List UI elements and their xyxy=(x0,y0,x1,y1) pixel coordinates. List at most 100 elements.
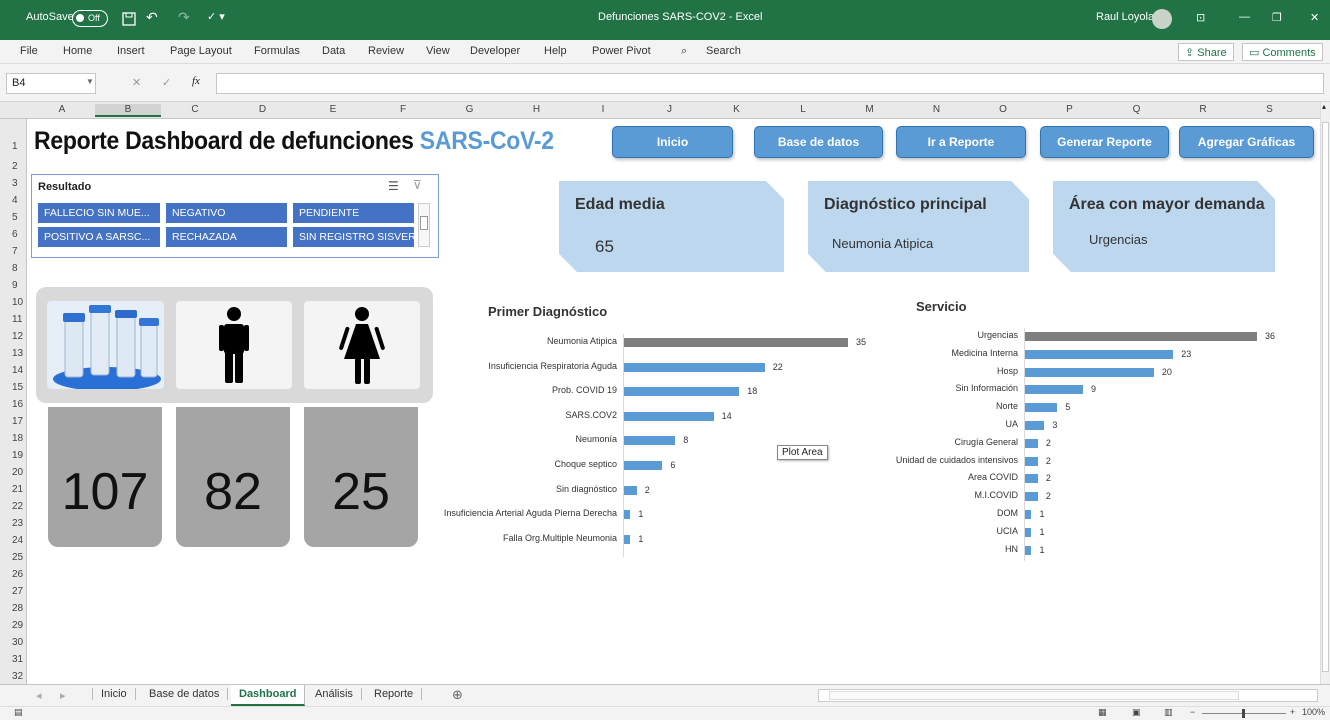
zoom-out-icon[interactable]: − xyxy=(1190,707,1195,717)
close-icon[interactable]: ✕ xyxy=(1310,11,1319,24)
col-m[interactable]: M xyxy=(836,104,903,115)
slicer-item[interactable]: FALLECIO SIN MUE... xyxy=(38,203,160,223)
prev-sheet-icon[interactable]: ◂ xyxy=(36,689,42,702)
col-o[interactable]: O xyxy=(970,104,1036,115)
row-header[interactable]: 25 xyxy=(0,552,27,563)
col-p[interactable]: P xyxy=(1036,104,1103,115)
col-h[interactable]: H xyxy=(503,104,570,115)
row-header[interactable]: 14 xyxy=(0,365,27,376)
row-header[interactable]: 15 xyxy=(0,382,27,393)
ribbon-display-icon[interactable]: ⊡ xyxy=(1196,11,1205,24)
bar[interactable] xyxy=(1025,332,1257,341)
row-header[interactable]: 11 xyxy=(0,314,27,325)
horizontal-scroll-thumb[interactable] xyxy=(829,691,1239,700)
col-q[interactable]: Q xyxy=(1103,104,1170,115)
row-header[interactable]: 31 xyxy=(0,654,27,665)
menu-view[interactable]: View xyxy=(426,45,450,57)
row-header[interactable]: 18 xyxy=(0,433,27,444)
bar[interactable] xyxy=(624,436,676,446)
bar[interactable] xyxy=(1025,349,1174,359)
tab-dashboard[interactable]: Dashboard xyxy=(231,685,306,706)
row-header[interactable]: 27 xyxy=(0,586,27,597)
generar-reporte-button[interactable]: Generar Reporte xyxy=(1040,126,1169,158)
row-header[interactable]: 4 xyxy=(0,195,27,206)
bar[interactable] xyxy=(1025,403,1058,413)
row-header[interactable]: 13 xyxy=(0,348,27,359)
vertical-scroll-thumb[interactable] xyxy=(1322,122,1329,672)
row-header[interactable]: 29 xyxy=(0,620,27,631)
redo-icon[interactable]: ↷ xyxy=(178,9,190,26)
bar[interactable] xyxy=(1025,367,1154,377)
slicer-item[interactable]: NEGATIVO xyxy=(166,203,287,223)
slicer-item[interactable]: SIN REGISTRO SISVER xyxy=(293,227,414,247)
menu-formulas[interactable]: Formulas xyxy=(254,45,300,57)
col-r[interactable]: R xyxy=(1170,104,1236,115)
menu-data[interactable]: Data xyxy=(322,45,345,57)
avatar[interactable] xyxy=(1152,9,1172,29)
menu-home[interactable]: Home xyxy=(63,45,92,57)
multi-select-icon[interactable]: ☰ xyxy=(388,179,399,193)
row-header[interactable]: 30 xyxy=(0,637,27,648)
row-header[interactable]: 21 xyxy=(0,484,27,495)
add-sheet-icon[interactable]: ⊕ xyxy=(452,687,463,703)
function-icon[interactable]: fx xyxy=(192,75,200,87)
row-header[interactable]: 19 xyxy=(0,450,27,461)
bar[interactable] xyxy=(624,534,631,544)
bar[interactable] xyxy=(624,362,765,372)
row-header[interactable]: 7 xyxy=(0,246,27,257)
row-header[interactable]: 5 xyxy=(0,212,27,223)
row-header[interactable]: 23 xyxy=(0,518,27,529)
undo-icon[interactable]: ↶ xyxy=(146,9,158,26)
menu-insert[interactable]: Insert xyxy=(117,45,145,57)
row-header[interactable]: 10 xyxy=(0,297,27,308)
tab-inicio[interactable]: Inicio xyxy=(92,688,136,700)
bar[interactable] xyxy=(1025,385,1083,395)
bar[interactable] xyxy=(1025,545,1032,555)
restore-icon[interactable]: ❐ xyxy=(1272,11,1282,24)
bar[interactable] xyxy=(624,411,714,421)
tab-base-de-datos[interactable]: Base de datos xyxy=(141,688,229,700)
col-j[interactable]: J xyxy=(636,104,703,115)
col-d[interactable]: D xyxy=(229,104,296,115)
row-header[interactable]: 6 xyxy=(0,229,27,240)
row-header[interactable]: 26 xyxy=(0,569,27,580)
ir-a-reporte-button[interactable]: Ir a Reporte xyxy=(896,126,1026,158)
bar[interactable] xyxy=(624,510,631,520)
row-header[interactable]: 28 xyxy=(0,603,27,614)
tab-reporte[interactable]: Reporte xyxy=(366,688,423,700)
col-e[interactable]: E xyxy=(296,104,370,115)
menu-file[interactable]: File xyxy=(20,45,38,57)
col-k[interactable]: K xyxy=(703,104,770,115)
row-header[interactable]: 16 xyxy=(0,399,27,410)
row-header[interactable]: 8 xyxy=(0,263,27,274)
bar[interactable] xyxy=(1025,510,1032,519)
normal-view-icon[interactable]: ▦ xyxy=(1098,707,1107,718)
row-header[interactable]: 22 xyxy=(0,501,27,512)
bar[interactable] xyxy=(1025,527,1032,537)
autosave-toggle[interactable]: Off xyxy=(72,10,108,27)
row-header[interactable]: 3 xyxy=(0,178,27,189)
scroll-up-icon[interactable]: ▴ xyxy=(1322,102,1326,111)
row-header[interactable]: 17 xyxy=(0,416,27,427)
base-de-datos-button[interactable]: Base de datos xyxy=(754,126,883,158)
bar[interactable] xyxy=(1025,421,1045,430)
enter-icon[interactable]: ✓ xyxy=(162,76,171,89)
bar[interactable] xyxy=(1025,456,1038,466)
clear-filter-icon[interactable]: ⊽ xyxy=(413,178,422,192)
comments-button[interactable]: ▭ Comments xyxy=(1242,43,1323,61)
col-a[interactable]: A xyxy=(29,104,95,115)
customize-qat-icon[interactable]: ✓ ▾ xyxy=(207,10,225,23)
col-s[interactable]: S xyxy=(1236,104,1303,115)
search-label[interactable]: Search xyxy=(706,45,741,57)
menu-page-layout[interactable]: Page Layout xyxy=(170,45,232,57)
bar[interactable] xyxy=(624,485,637,495)
row-header[interactable]: 24 xyxy=(0,535,27,546)
bar[interactable] xyxy=(624,461,663,470)
formula-input[interactable] xyxy=(216,73,1324,94)
slicer-scroll-thumb[interactable] xyxy=(420,216,428,230)
slicer-item[interactable]: RECHAZADA xyxy=(166,227,287,247)
page-layout-view-icon[interactable]: ▣ xyxy=(1132,707,1141,718)
row-header[interactable]: 20 xyxy=(0,467,27,478)
row-header[interactable]: 1 xyxy=(0,141,27,152)
col-i[interactable]: I xyxy=(570,104,636,115)
